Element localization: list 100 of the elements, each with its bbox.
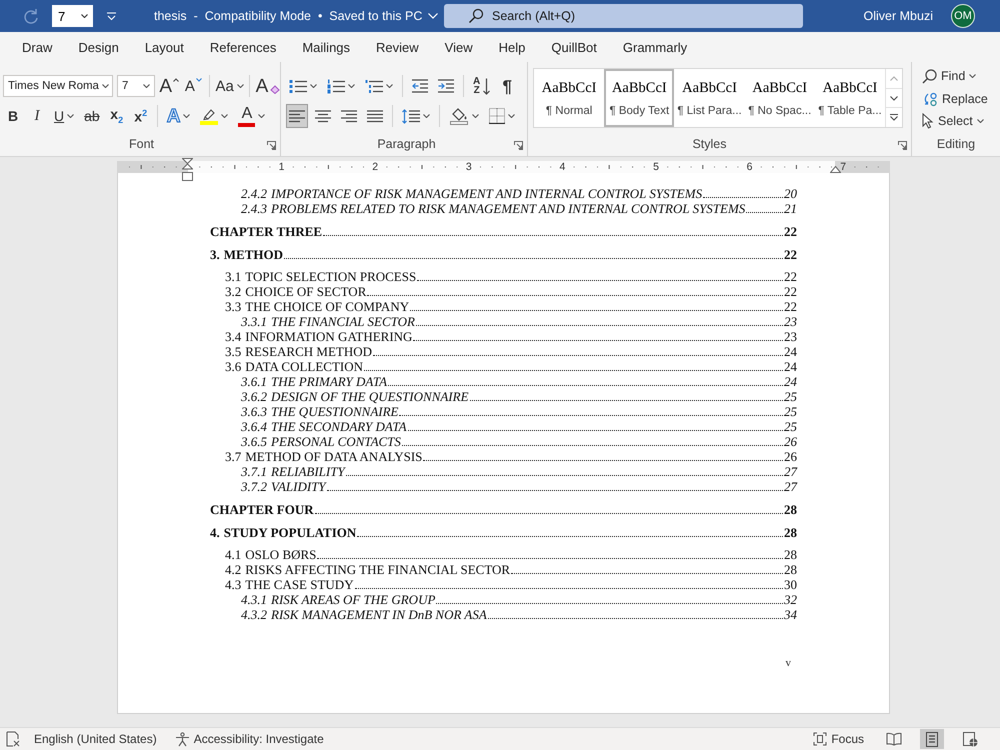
section-number: 2.4.3: [241, 201, 267, 216]
caret-down-icon: [196, 78, 202, 82]
show-formatting-marks-button[interactable]: ¶: [497, 74, 518, 98]
ribbon-tab[interactable]: Draw: [9, 32, 66, 62]
dialog-launcher-icon[interactable]: [514, 141, 523, 150]
justify-icon: [367, 110, 383, 122]
ribbon-tab[interactable]: View: [432, 32, 486, 62]
toc-entry-title: RELIABILITY: [271, 464, 345, 479]
toc-entry-title: DESIGN OF THE QUESTIONNAIRE: [271, 389, 469, 404]
chevron-down-icon[interactable]: [428, 13, 438, 19]
replace-icon: [922, 90, 938, 107]
section-number: 4.1: [225, 547, 242, 562]
section-number: 3.3: [225, 299, 242, 314]
decrease-indent-icon: [412, 79, 428, 93]
ribbon-tab[interactable]: QuillBot: [538, 32, 610, 62]
page-number: 22: [784, 299, 797, 314]
accessibility-button[interactable]: Accessibility: Investigate: [174, 732, 324, 746]
search-field[interactable]: Search (Alt+Q): [444, 4, 803, 28]
quick-font-size-dropdown[interactable]: 7: [52, 5, 93, 27]
focus-button[interactable]: Focus: [813, 732, 864, 746]
shrink-font-button[interactable]: A: [183, 74, 204, 98]
toc-entry-title: RISKS AFFECTING THE FINANCIAL SECTOR: [245, 562, 510, 577]
focus-icon: [813, 732, 828, 746]
strikethrough-button[interactable]: ab: [81, 104, 103, 128]
sort-button[interactable]: A Z: [470, 74, 494, 98]
user-avatar[interactable]: OM: [951, 4, 975, 28]
section-number: 3.3.1: [241, 314, 267, 329]
font-size-dropdown[interactable]: 7: [117, 75, 155, 97]
ruler-number: 7: [839, 161, 848, 173]
dialog-launcher-icon[interactable]: [267, 141, 276, 150]
ruler-number: 6: [746, 161, 754, 173]
align-right-icon: [341, 110, 357, 122]
style-item[interactable]: AaBbCcI ¶ Normal: [534, 69, 604, 127]
font-color-button[interactable]: A: [235, 104, 268, 128]
toc-entry-title: IMPORTANCE OF RISK MANAGEMENT AND INTERNAL CONTROL SYSTEMS: [271, 186, 702, 201]
font-name-dropdown[interactable]: Times New Roma: [3, 75, 113, 97]
ribbon-tab[interactable]: References: [196, 32, 290, 62]
align-left-button[interactable]: [286, 104, 308, 128]
proofing-icon[interactable]: [5, 731, 21, 747]
select-button[interactable]: Select: [922, 110, 1000, 132]
grow-font-button[interactable]: A: [159, 74, 180, 98]
section-number: 3.6.4: [241, 419, 267, 434]
search-icon: [468, 8, 484, 24]
line-spacing-icon: [402, 108, 420, 124]
indent-markers-icon[interactable]: [182, 158, 193, 181]
style-item[interactable]: AaBbCcI ¶ No Spac...: [744, 69, 815, 127]
user-name[interactable]: Oliver Mbuzi: [864, 9, 933, 23]
toc-entry-title: THE FINANCIAL SECTOR: [271, 314, 415, 329]
section-number: 3.6.3: [241, 404, 267, 419]
down-arrow-icon: [483, 78, 490, 94]
accessibility-icon: [174, 732, 190, 746]
toc-entry-title: METHOD OF DATA ANALYSIS: [245, 449, 422, 464]
superscript-button[interactable]: x$^{2}$: [130, 104, 151, 128]
ribbon-tab[interactable]: Help: [486, 32, 538, 62]
section-number: 3.4: [225, 329, 242, 344]
style-item[interactable]: AaBbCcI ¶ Body Text: [604, 69, 674, 127]
italic-button[interactable]: I: [27, 104, 47, 128]
ribbon-tab[interactable]: Layout: [132, 32, 197, 62]
print-layout-view-button[interactable]: [920, 729, 944, 749]
redo-icon[interactable]: [22, 7, 40, 25]
customize-toolbar-icon[interactable]: [106, 12, 117, 20]
style-item[interactable]: AaBbCcI ¶ List Para...: [674, 69, 745, 127]
language-button[interactable]: English (United States): [34, 732, 157, 746]
borders-icon: [489, 108, 505, 124]
section-number: 3.1: [225, 269, 242, 284]
section-number: 3.6: [225, 359, 242, 374]
section-number: 3.7.2: [241, 479, 267, 494]
paint-bucket-icon: [449, 107, 469, 125]
chevron-down-icon: [102, 84, 109, 88]
toc-entry-title: CHAPTER FOUR: [210, 502, 314, 517]
underline-button[interactable]: U: [51, 104, 78, 128]
find-button[interactable]: Find: [922, 65, 1000, 88]
replace-button[interactable]: Replace: [922, 88, 1000, 110]
numbered-list-icon: [327, 78, 345, 94]
toc-entry-title: THE SECONDARY DATA: [271, 419, 407, 434]
ribbon-tab[interactable]: Mailings: [289, 32, 364, 62]
page-number: 28: [784, 502, 797, 517]
page-number: 28: [784, 525, 797, 540]
page-number: 22: [784, 284, 797, 299]
subscript-button[interactable]: x$_{2}$: [106, 104, 127, 128]
dialog-launcher-icon[interactable]: [898, 141, 907, 150]
ribbon-tab[interactable]: Grammarly: [610, 32, 700, 62]
bold-button[interactable]: B: [3, 104, 23, 128]
toc-entry-title: TOPIC SELECTION PROCESS: [245, 269, 416, 284]
clear-formatting-button[interactable]: A: [256, 74, 280, 98]
section-number: 3.6.2: [241, 389, 267, 404]
ribbon-tab[interactable]: Review: [363, 32, 432, 62]
toc-entry-title: THE QUESTIONNAIRE: [271, 404, 398, 419]
section-number: 2.4.2: [241, 186, 267, 201]
change-case-button[interactable]: Aa: [216, 74, 244, 98]
cursor-icon: [922, 113, 934, 130]
page-number: 22: [784, 247, 797, 262]
group-label: Font: [128, 137, 154, 153]
style-item[interactable]: AaBbCcI ¶ Table Pa...: [814, 69, 886, 127]
align-left-icon: [289, 110, 305, 122]
section-number: 3.2: [225, 284, 242, 299]
increase-indent-icon: [438, 79, 454, 93]
scroll-up-icon: [890, 76, 898, 81]
ribbon-tab[interactable]: Design: [65, 32, 132, 62]
page-number: 24: [784, 344, 797, 359]
